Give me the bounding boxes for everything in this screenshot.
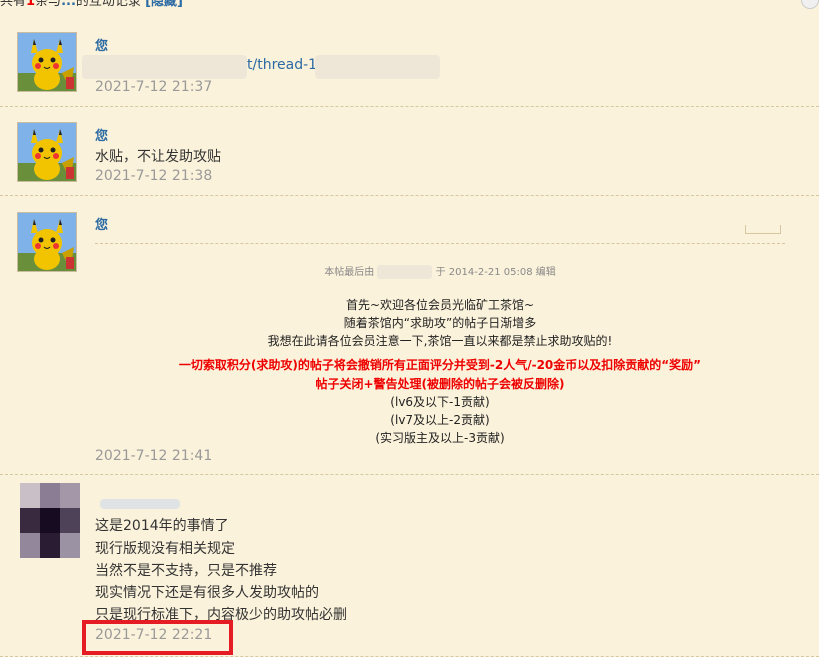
redacted-region [82, 55, 247, 79]
post-content-line: 水贴，不让发助攻贴 [95, 149, 221, 165]
post-timestamp: 2021-7-12 21:37 [95, 79, 213, 95]
redacted-region [315, 55, 440, 79]
notice-line: 首先~欢迎各位会员光临矿工茶馆~ [345, 298, 535, 312]
avatar[interactable] [17, 122, 77, 182]
header-suffix: 的互动记录 [75, 0, 141, 9]
timestamp-highlight-box [82, 620, 233, 655]
post-content-line: 现行版规没有相关规定 [95, 541, 235, 557]
edit-note: 本帖最后由 于 2014-2-21 05:08 编辑 [324, 265, 556, 279]
avatar[interactable] [17, 32, 77, 92]
post-content-line: 当然不是不支持，只是不推荐 [95, 563, 277, 579]
notice-line: 我想在此请各位会员注意一下,茶馆一直以来都是禁止求助攻贴的! [267, 334, 613, 348]
notice-warning-line: 帖子关闭+警告处理(被删除的帖子会被反删除) [315, 377, 565, 391]
notice-line: (实习版主及以上-3贡献) [375, 431, 505, 445]
post-link[interactable]: t/thread-1 [247, 57, 317, 73]
redacted-region [377, 265, 433, 279]
notice-warning-line: 一切索取积分(求助攻)的帖子将会撤销所有正面评分并受到-2人气/-20金币以及扣… [178, 358, 702, 372]
quote-corner [745, 225, 781, 234]
notice-line: (lv6及以下-1贡献) [390, 395, 490, 409]
post-content-line: 现实情况下还是有很多人发助攻帖的 [95, 585, 319, 601]
header-prefix: 共有 [0, 0, 27, 9]
interaction-header: 共有1条与...的互动记录 [隐藏] [0, 0, 819, 10]
header-toggle-link[interactable]: [隐藏] [145, 0, 183, 9]
header-count: 1 [26, 0, 36, 9]
post-divider [0, 195, 819, 196]
post-timestamp: 2021-7-12 21:38 [95, 168, 213, 184]
pikachu-avatar-icon [18, 33, 76, 91]
redacted-author [100, 499, 180, 509]
quote-top-divider [95, 243, 785, 244]
post-divider [0, 106, 819, 107]
notice-line: 随着茶馆内“求助攻”的帖子日渐增多 [343, 316, 537, 330]
post-timestamp: 2021-7-12 21:41 [95, 448, 213, 464]
pikachu-avatar-icon [18, 123, 76, 181]
notice-line: (lv7及以上-2贡献) [390, 413, 490, 427]
avatar[interactable] [20, 483, 80, 558]
header-middle: 条与 [35, 0, 62, 9]
post-author[interactable]: 您 [95, 35, 108, 54]
pikachu-avatar-icon [18, 213, 76, 271]
header-username-link[interactable]: ... [61, 0, 76, 9]
interaction-header-text: 共有1条与...的互动记录 [隐藏] [0, 0, 183, 9]
post-author[interactable]: 您 [95, 125, 108, 144]
avatar[interactable] [17, 212, 77, 272]
post-content-line: 这是2014年的事情了 [95, 518, 229, 534]
post-divider [0, 474, 819, 475]
close-icon[interactable] [801, 0, 819, 9]
post-author[interactable]: 您 [95, 214, 108, 233]
